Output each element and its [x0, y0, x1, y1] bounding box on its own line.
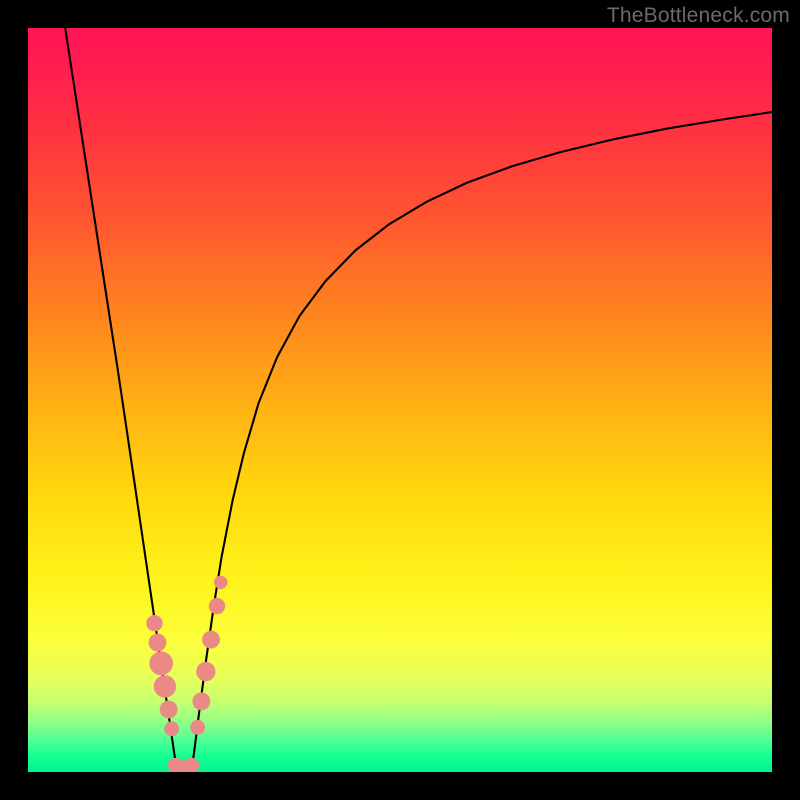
marker-dot	[214, 576, 227, 589]
marker-dot	[202, 631, 220, 649]
marker-dot	[149, 651, 173, 675]
marker-dot	[190, 720, 205, 735]
marker-dot	[149, 634, 167, 652]
curve-layer	[28, 28, 772, 772]
marker-dot	[209, 598, 225, 614]
plot-area	[28, 28, 772, 772]
curve-right-branch	[192, 112, 772, 770]
marker-dot	[192, 692, 210, 710]
marker-dot	[164, 721, 179, 736]
marker-dot	[146, 615, 162, 631]
watermark-text: TheBottleneck.com	[607, 4, 790, 28]
marker-dot	[196, 662, 215, 681]
marker-dot	[160, 701, 178, 719]
marker-dot	[154, 675, 176, 697]
chart-frame: TheBottleneck.com	[0, 0, 800, 800]
marker-dot	[184, 758, 199, 772]
